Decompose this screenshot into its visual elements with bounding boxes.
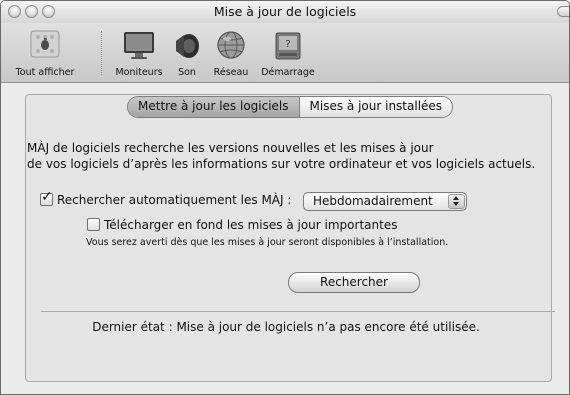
background-download-checkbox[interactable] xyxy=(87,218,100,231)
window-title: Mise à jour de logiciels xyxy=(213,4,357,19)
toolbar-item-label: Démarrage xyxy=(261,67,315,78)
toolbar-toggle-button[interactable] xyxy=(557,6,569,17)
description-line: MÀJ de logiciels recherche les versions … xyxy=(27,141,434,155)
description-text: MÀJ de logiciels recherche les versions … xyxy=(27,140,567,172)
tab-installed-updates[interactable]: Mises à jour installées xyxy=(299,97,453,117)
frequency-select[interactable]: Hebdomadairement xyxy=(303,192,467,211)
preferences-window: Mise à jour de logiciels Tout afficher M… xyxy=(0,0,570,395)
description-line: de vos logiciels d’après les information… xyxy=(27,157,536,171)
network-globe-icon xyxy=(215,27,247,65)
status-text: Dernier état : Mise à jour de logiciels … xyxy=(92,320,480,334)
svg-text:?: ? xyxy=(285,39,290,50)
background-download-row: Télécharger en fond les mises à jour imp… xyxy=(87,218,397,232)
availability-note: Vous serez averti dès que les mises à jo… xyxy=(86,237,449,248)
auto-check-checkbox[interactable]: ✓ xyxy=(40,189,53,206)
checkmark-icon: ✓ xyxy=(41,189,53,205)
toolbar-item-label: Réseau xyxy=(213,67,249,78)
toolbar-separator xyxy=(101,31,103,75)
toolbar-item-label: Son xyxy=(178,67,196,78)
tab-update-software[interactable]: Mettre à jour les logiciels xyxy=(128,97,300,117)
toolbar: Tout afficher Moniteurs Son Réseau ? Dém… xyxy=(1,23,569,83)
toolbar-item-label: Tout afficher xyxy=(15,67,75,78)
title-bar[interactable]: Mise à jour de logiciels xyxy=(1,1,569,23)
toolbar-item-label: Moniteurs xyxy=(115,67,163,78)
speaker-icon xyxy=(172,27,202,65)
show-all-icon xyxy=(30,27,60,65)
frequency-value: Hebdomadairement xyxy=(313,194,433,208)
divider xyxy=(41,311,555,312)
background-download-label[interactable]: Télécharger en fond les mises à jour imp… xyxy=(104,218,397,232)
display-icon xyxy=(122,27,156,65)
auto-check-label[interactable]: Rechercher automatiquement les MÀJ : xyxy=(57,193,291,207)
stepper-arrows-icon xyxy=(448,194,465,209)
auto-check-row: ✓ Rechercher automatiquement les MÀJ : xyxy=(40,189,291,207)
tab-selector: Mettre à jour les logiciels Mises à jour… xyxy=(127,96,454,118)
check-now-button[interactable]: Rechercher xyxy=(288,272,420,293)
startup-disk-icon: ? xyxy=(273,27,303,65)
